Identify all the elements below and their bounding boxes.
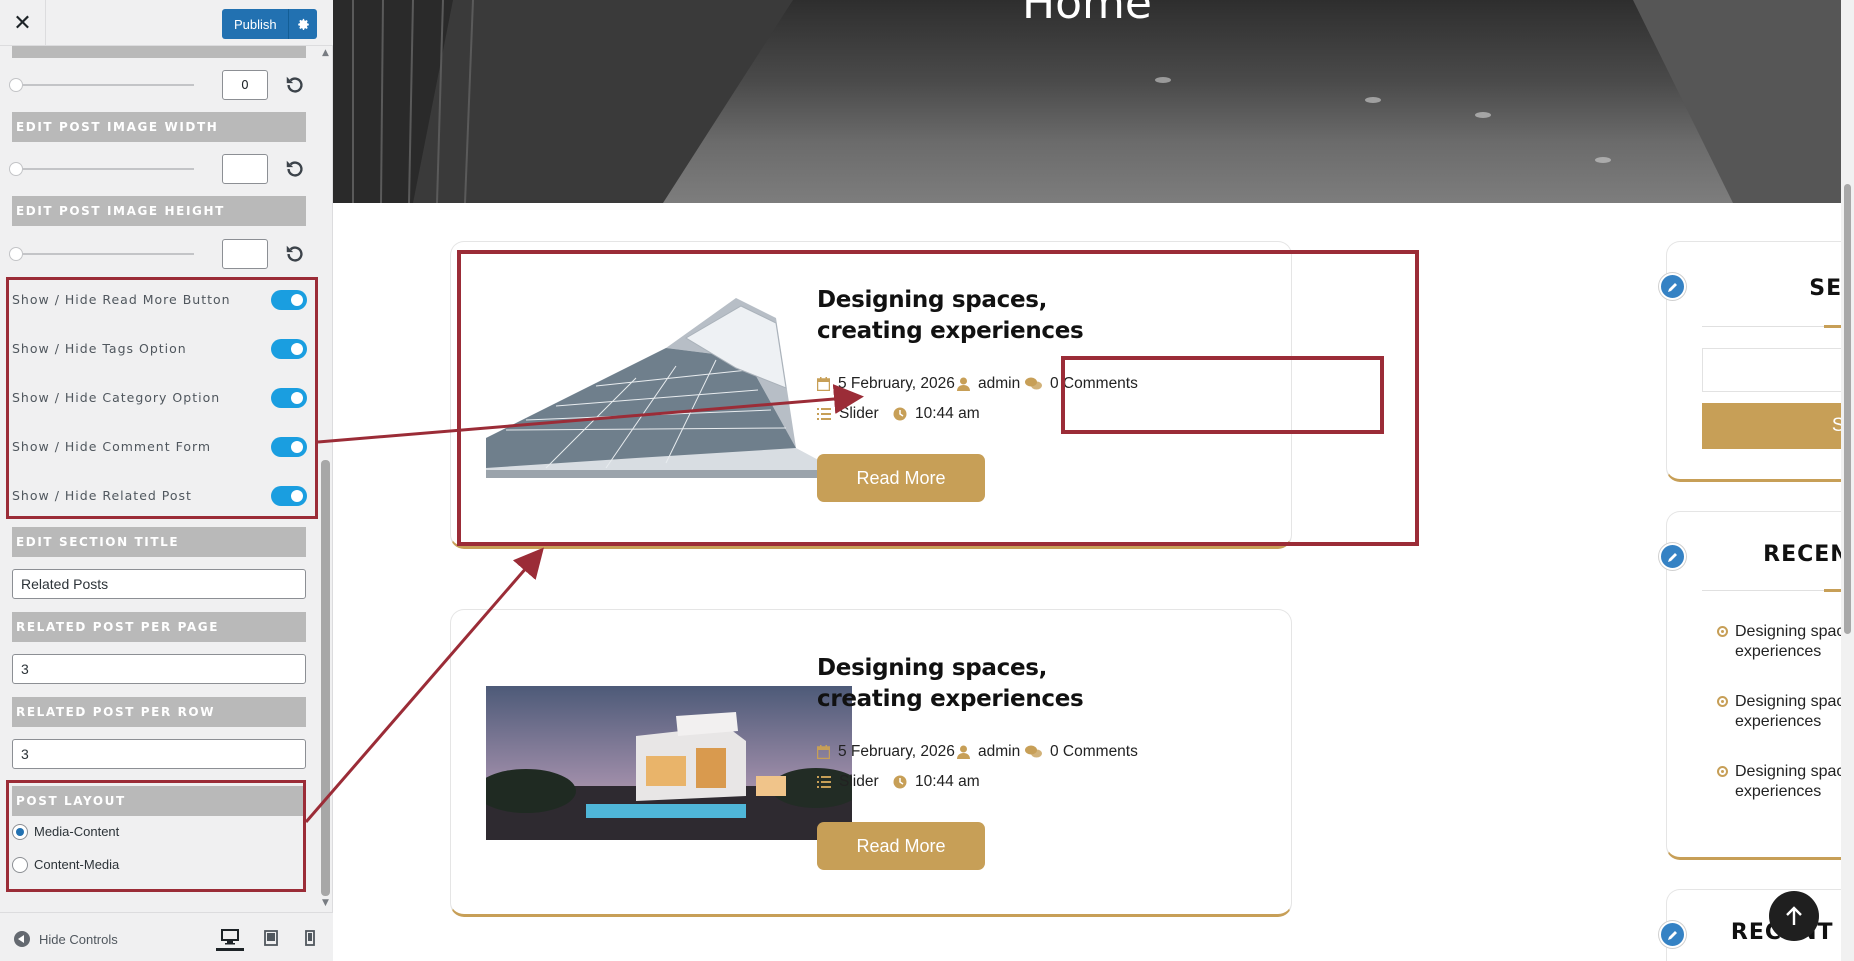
arrow-up-icon <box>1786 906 1802 925</box>
pencil-icon <box>1667 282 1677 292</box>
post-author[interactable]: admin <box>957 743 1020 761</box>
tablet-icon <box>264 930 278 946</box>
scroll-down-icon[interactable]: ▼ <box>322 898 330 908</box>
post-comments[interactable]: 0 Comments <box>1025 743 1138 761</box>
reset-icon[interactable] <box>284 158 306 180</box>
recent-post-title: Designing spaces, creating experiences <box>1735 693 1841 730</box>
border-radius-slider[interactable] <box>16 84 194 86</box>
pencil-icon <box>1667 930 1677 940</box>
highlight-box-layout <box>6 780 306 892</box>
desktop-icon <box>221 928 239 944</box>
edit-shortcut-recent-posts[interactable] <box>1659 543 1686 570</box>
post-author-text: admin <box>978 743 1021 760</box>
hide-controls-button[interactable]: Hide Controls <box>14 931 118 947</box>
search-widget: SEARCH Search <box>1666 241 1841 482</box>
per-page-input[interactable]: 3 <box>12 654 306 684</box>
per-row-header: RELATED POST PER ROW <box>12 697 306 727</box>
device-desktop-button[interactable] <box>216 925 244 951</box>
preview-scrollbar-thumb[interactable] <box>1844 184 1851 634</box>
post-category-text: Slider <box>839 773 879 790</box>
close-customizer-button[interactable]: ✕ <box>0 0 46 46</box>
post-date-text: 5 February, 2026 <box>838 743 955 760</box>
hero-title: Home <box>1022 0 1152 29</box>
per-page-header: RELATED POST PER PAGE <box>12 612 306 642</box>
post-title[interactable]: Designing spaces, creating experiences <box>817 653 1147 715</box>
bullet-icon <box>1717 626 1728 637</box>
panel-scrollbar-thumb[interactable] <box>321 460 330 896</box>
slider-value-input[interactable]: 0 <box>222 70 268 100</box>
image-width-header: EDIT POST IMAGE WIDTH <box>12 112 306 142</box>
close-icon: ✕ <box>13 10 32 36</box>
site-preview: Home Designing spaces, creating experien… <box>333 0 1841 961</box>
widget-accent-line <box>1824 589 1841 592</box>
post-category[interactable]: Slider <box>817 773 879 791</box>
widget-divider <box>1702 590 1841 591</box>
publish-label: Publish <box>234 16 277 32</box>
device-tablet-button[interactable] <box>257 925 285 951</box>
bullet-icon <box>1717 696 1728 707</box>
per-row-input[interactable]: 3 <box>12 739 306 769</box>
slider-handle[interactable] <box>9 247 23 261</box>
highlight-box-toggles <box>6 277 318 519</box>
clock-icon <box>893 775 907 789</box>
list-icon <box>817 776 831 788</box>
slider-handle[interactable] <box>9 78 23 92</box>
read-more-button[interactable]: Read More <box>817 822 985 870</box>
customizer-header: ✕ Publish <box>0 0 333 46</box>
post-time: 10:44 am <box>893 773 980 791</box>
image-height-slider[interactable] <box>16 253 194 255</box>
gear-icon <box>297 18 309 30</box>
edit-shortcut-recent-comments[interactable] <box>1659 921 1686 948</box>
post-time-text: 10:44 am <box>915 773 980 790</box>
recent-post-link[interactable]: Designing spaces, creating experiences <box>1717 692 1841 732</box>
bullet-icon <box>1717 766 1728 777</box>
highlight-box-meta <box>1061 356 1384 434</box>
section-title-header: EDIT SECTION TITLE <box>12 527 306 557</box>
image-width-input[interactable] <box>222 154 268 184</box>
scroll-up-icon[interactable]: ▲ <box>322 48 330 58</box>
post-image[interactable] <box>486 686 852 840</box>
image-height-input[interactable] <box>222 239 268 269</box>
reset-icon[interactable] <box>284 74 306 96</box>
image-height-header: EDIT POST IMAGE HEIGHT <box>12 196 306 226</box>
widget-divider <box>1702 326 1841 327</box>
customizer-panel: 0 EDIT POST IMAGE WIDTH EDIT POST IMAGE … <box>0 46 320 912</box>
recent-posts-widget: RECENT POSTS Designing spaces, creating … <box>1666 511 1841 860</box>
back-to-top-button[interactable] <box>1769 891 1819 941</box>
post-card: Designing spaces, creating experiences 5… <box>450 609 1292 917</box>
post-date[interactable]: 5 February, 2026 <box>817 743 955 761</box>
publish-button[interactable]: Publish <box>222 9 317 39</box>
hide-controls-label: Hide Controls <box>39 931 118 947</box>
widget-title: RECENT POSTS <box>1763 542 1841 567</box>
mobile-icon <box>305 930 315 946</box>
device-mobile-button[interactable] <box>296 925 324 951</box>
search-button[interactable]: Search <box>1702 403 1841 449</box>
image-width-slider[interactable] <box>16 168 194 170</box>
preview-scrollbar[interactable] <box>1841 0 1854 961</box>
publish-settings-button[interactable] <box>288 9 317 39</box>
hero-background-image <box>333 0 1841 203</box>
edit-shortcut-search[interactable] <box>1659 273 1686 300</box>
comments-icon <box>1025 745 1042 759</box>
section-title-input[interactable]: Related Posts <box>12 569 306 599</box>
recent-post-title: Designing spaces, creating experiences <box>1735 623 1841 660</box>
reset-icon[interactable] <box>284 243 306 265</box>
collapse-icon <box>14 931 30 947</box>
recent-post-link[interactable]: Designing spaces, creating experiences <box>1717 622 1841 662</box>
widget-accent-line <box>1824 325 1841 328</box>
search-input[interactable] <box>1702 348 1841 392</box>
calendar-icon <box>817 745 830 759</box>
section-header-cut <box>12 46 306 58</box>
recent-post-title: Designing spaces, creating experiences <box>1735 763 1841 800</box>
hero-banner: Home <box>333 0 1841 203</box>
pencil-icon <box>1667 552 1677 562</box>
recent-post-link[interactable]: Designing spaces, creating experiences <box>1717 762 1841 802</box>
customizer-footer: Hide Controls <box>0 912 333 961</box>
customizer-sidebar: ✕ Publish 0 EDIT POST IMAGE WIDTH EDIT P… <box>0 0 333 961</box>
user-icon <box>957 745 970 759</box>
post-comments-text: 0 Comments <box>1050 743 1138 760</box>
widget-title: SEARCH <box>1809 276 1841 301</box>
slider-handle[interactable] <box>9 162 23 176</box>
